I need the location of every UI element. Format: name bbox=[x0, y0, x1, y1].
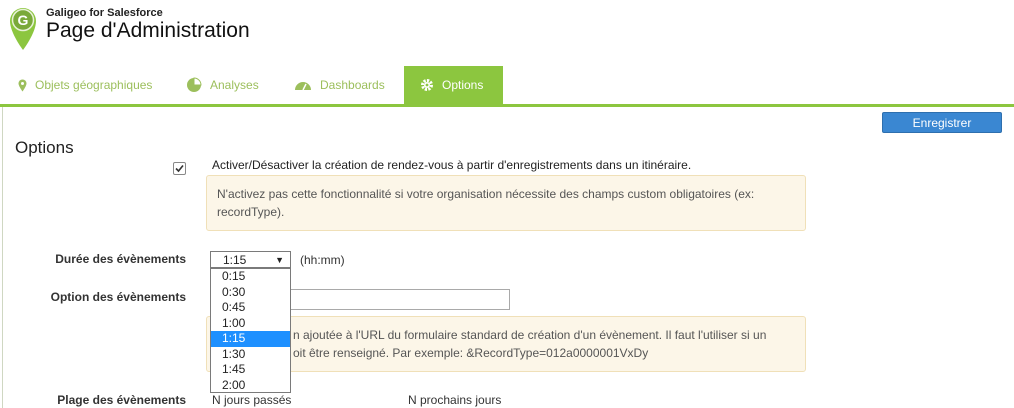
duration-option-selected[interactable]: 1:15 bbox=[211, 331, 290, 347]
pie-chart-icon bbox=[186, 77, 202, 93]
dropdown-arrow-icon: ▼ bbox=[275, 255, 284, 265]
event-option-help-box: n ajoutée à l'URL du formulaire standard… bbox=[206, 316, 806, 372]
duration-option[interactable]: 0:45 bbox=[211, 300, 290, 316]
help-text-line: n ajoutée à l'URL du formulaire standard… bbox=[293, 328, 767, 342]
duration-option[interactable]: 2:00 bbox=[211, 378, 290, 394]
help-text-line: oit être renseigné. Par exemple: &Record… bbox=[293, 346, 649, 360]
header: G Galigeo for Salesforce Page d'Administ… bbox=[0, 0, 1014, 66]
activate-warning-box: N'activez pas cette fonctionnalité si vo… bbox=[206, 175, 806, 231]
app-name: Galigeo for Salesforce bbox=[46, 7, 163, 19]
checkmark-icon bbox=[175, 164, 184, 173]
tab-options[interactable]: Options bbox=[404, 66, 503, 104]
activate-appointments-checkbox[interactable] bbox=[173, 162, 186, 175]
tab-dashboards[interactable]: Dashboards bbox=[294, 66, 385, 104]
tab-bar: Objets géographiques Analyses Dashboards… bbox=[0, 66, 1014, 104]
tab-objets-geographiques[interactable]: Objets géographiques bbox=[18, 66, 152, 104]
event-option-input[interactable] bbox=[288, 289, 510, 310]
galigeo-logo-icon: G bbox=[10, 8, 36, 50]
activate-appointments-label: Activer/Désactiver la création de rendez… bbox=[212, 158, 692, 172]
map-pin-icon bbox=[18, 79, 27, 92]
tab-label: Options bbox=[442, 78, 484, 92]
duration-unit: (hh:mm) bbox=[300, 253, 345, 267]
range-label: Plage des évènements bbox=[57, 393, 186, 407]
duration-option[interactable]: 0:30 bbox=[211, 285, 290, 301]
past-days-label: N jours passés bbox=[212, 393, 292, 407]
duration-option[interactable]: 1:30 bbox=[211, 347, 290, 363]
tab-label: Analyses bbox=[210, 78, 259, 92]
event-option-label: Option des évènements bbox=[50, 290, 186, 304]
duration-option[interactable]: 1:00 bbox=[211, 316, 290, 332]
tab-label: Objets géographiques bbox=[35, 78, 153, 92]
duration-selected-value: 1:15 bbox=[223, 252, 247, 267]
duration-option[interactable]: 0:15 bbox=[211, 269, 290, 285]
section-title: Options bbox=[15, 138, 74, 157]
duration-option[interactable]: 1:45 bbox=[211, 362, 290, 378]
duration-label: Durée des évènements bbox=[55, 252, 186, 266]
gauge-icon bbox=[294, 78, 312, 92]
save-button[interactable]: Enregistrer bbox=[882, 112, 1002, 133]
tab-analyses[interactable]: Analyses bbox=[186, 66, 259, 104]
tab-label: Dashboards bbox=[320, 78, 385, 92]
warning-text-line: N'activez pas cette fonctionnalité si vo… bbox=[217, 187, 755, 201]
warning-text-line: recordType). bbox=[217, 205, 285, 219]
gear-icon bbox=[420, 78, 434, 92]
duration-dropdown-list: 0:15 0:30 0:45 1:00 1:15 1:30 1:45 2:00 bbox=[210, 268, 291, 393]
duration-select[interactable]: 1:15 ▼ bbox=[210, 251, 291, 268]
svg-text:G: G bbox=[18, 12, 29, 28]
page-title: Page d'Administration bbox=[46, 19, 250, 42]
next-days-label: N prochains jours bbox=[408, 393, 502, 407]
